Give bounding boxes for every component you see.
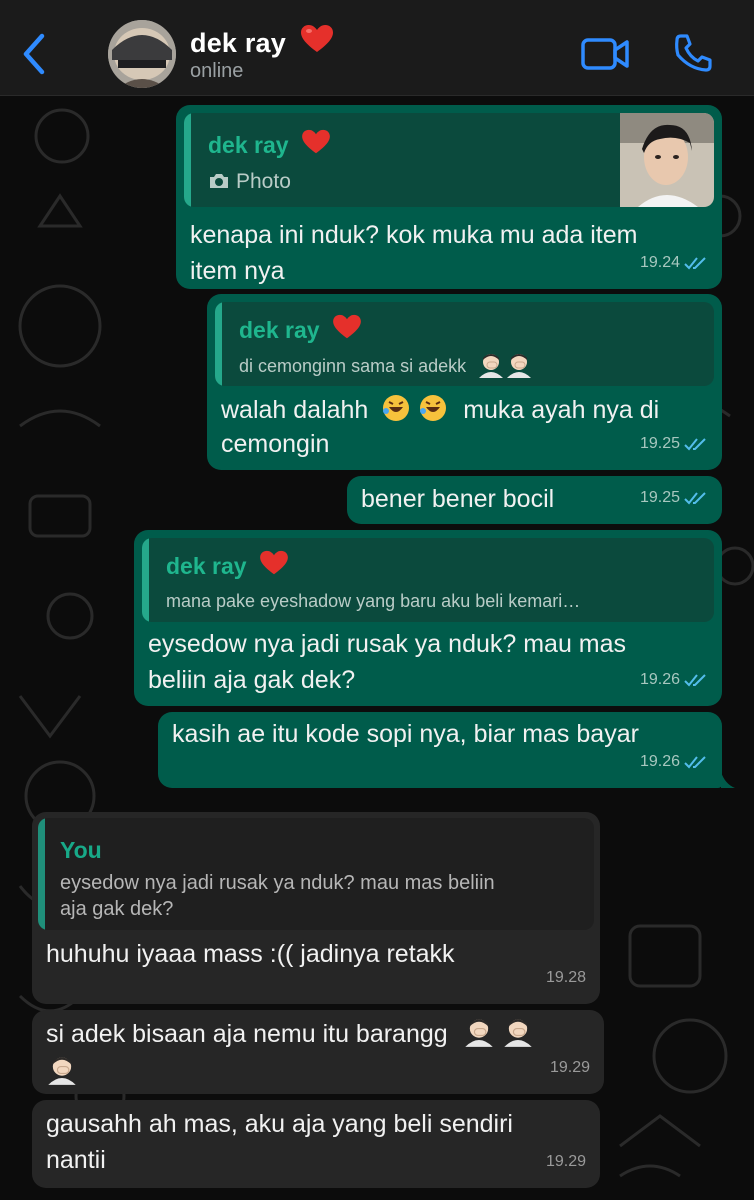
message-meta: 19.29 [546,1144,586,1180]
message-bubble-outgoing[interactable]: dek ray mana pake eyeshadow yang baru ak… [134,530,722,706]
message-time: 19.29 [549,1059,590,1076]
message-text-line: bener bener bocil [361,485,555,513]
chat-header: dek ray online [0,0,754,96]
message-text-line: nantii [46,1146,106,1174]
quote-text: mana pake eyeshadow yang baru aku beli k… [166,591,581,611]
quote-text: Photo [208,169,291,195]
quote-author: dek ray [208,127,331,163]
message-text-line: si adek bisaan aja nemu itu barangg [46,1016,534,1052]
back-button[interactable] [18,32,52,76]
message-time: 19.29 [545,1153,586,1170]
rofl-emoji-icon [383,395,410,421]
quote-author: dek ray [239,312,362,348]
quote-author-text: dek ray [208,132,289,158]
video-call-button[interactable] [580,36,630,72]
message-meta: 19.26 [640,662,708,698]
chat-area[interactable]: dek ray Photo kenapa ini nduk? kok muka … [0,96,754,1200]
read-ticks-icon [684,257,706,270]
quote-text-value: di cemonginn sama si adekk [239,356,467,376]
message-text-line: eysedow nya jadi rusak ya nduk? mau mas [148,630,627,658]
message-time: 19.25 [639,435,680,452]
person-facepalm-emoji-icon [507,354,532,378]
read-ticks-icon [684,492,706,505]
quote-text: di cemonginn sama si adekk [239,352,533,379]
contact-name-text: dek ray [190,28,286,58]
reply-quote[interactable]: dek ray mana pake eyeshadow yang baru ak… [142,538,714,622]
message-text-line: cemongin [221,430,330,458]
message-text: muka ayah nya di [463,396,660,424]
phone-icon [675,34,712,72]
message-text-line: kenapa ini nduk? kok muka mu ada item [190,221,638,249]
bubble-tail [721,772,735,788]
message-text: walah dalahh [221,396,369,424]
person-facepalm-emoji-icon [503,1019,532,1047]
reply-quote[interactable]: dek ray di cemonginn sama si adekk [215,302,714,386]
read-ticks-icon [684,756,706,769]
read-ticks-icon [684,674,706,687]
reply-quote[interactable]: dek ray Photo [184,113,714,207]
heart-icon [302,129,330,154]
message-bubble-outgoing[interactable]: dek ray di cemonginn sama si adekk walah… [207,294,722,470]
message-bubble-outgoing[interactable]: dek ray Photo kenapa ini nduk? kok muka … [176,105,722,289]
quote-author-text: dek ray [166,553,247,579]
message-bubble-incoming[interactable]: gausahh ah mas, aku aja yang beli sendir… [32,1100,600,1188]
reply-quote[interactable]: You eysedow nya jadi rusak ya nduk? mau … [38,818,594,930]
message-text-line: walah dalahh muka ayah nya di [221,392,659,428]
message-meta: 19.25 [640,426,708,462]
message-text-line: kasih ae itu kode sopi nya, biar mas bay… [172,720,639,748]
person-facepalm-emoji-icon [48,1057,76,1085]
message-text: si adek bisaan aja nemu itu barangg [46,1020,448,1048]
quote-text-line: eysedow nya jadi rusak ya nduk? mau mas … [60,872,495,894]
message-time: 19.26 [639,753,680,770]
message-bubble-outgoing[interactable]: kasih ae itu kode sopi nya, biar mas bay… [158,712,722,788]
message-meta: 19.29 [550,1050,590,1086]
quote-text-line: aja gak dek? [60,898,174,920]
quote-author-text: dek ray [239,317,320,343]
person-facepalm-emoji-icon [479,354,504,378]
quote-bar [215,302,222,386]
quote-text-value: Photo [236,170,291,193]
contact-name[interactable]: dek ray [190,24,334,59]
quote-author: dek ray [166,548,289,584]
message-text-line: gausahh ah mas, aku aja yang beli sendir… [46,1110,513,1138]
person-facepalm-emoji-icon [464,1019,493,1047]
photo-thumbnail[interactable] [620,113,714,207]
contact-status: online [190,60,244,82]
heart-icon [260,550,288,575]
voice-call-button[interactable] [672,32,714,74]
message-time: 19.26 [639,671,680,688]
message-meta: 19.28 [546,960,586,996]
heart-icon [300,25,333,52]
message-meta: 19.25 [640,480,708,516]
message-time: 19.28 [545,969,586,986]
message-bubble-incoming[interactable]: You eysedow nya jadi rusak ya nduk? mau … [32,812,600,1004]
avatar[interactable] [108,20,176,88]
message-text-line: item nya [190,257,285,285]
message-bubble-incoming[interactable]: si adek bisaan aja nemu itu barangg 19.2… [32,1010,604,1094]
message-text-line: huhuhu iyaaa mass :(( jadinya retakk [46,940,455,968]
quote-author: You [60,837,102,863]
message-bubble-outgoing[interactable]: bener bener bocil 19.25 [347,476,722,524]
video-camera-icon [581,38,629,70]
quote-bar [38,818,45,930]
heart-icon [333,314,361,339]
read-ticks-icon [684,438,706,451]
message-text-line: beliin aja gak dek? [148,666,356,694]
camera-icon [210,174,228,188]
message-meta: 19.24 [640,245,708,281]
quote-bar [184,113,191,207]
chevron-left-icon [23,33,45,75]
quote-bar [142,538,149,622]
message-meta: 19.26 [640,744,708,780]
message-time: 19.25 [639,489,680,506]
rofl-emoji-icon [420,395,447,421]
message-time: 19.24 [639,254,680,271]
